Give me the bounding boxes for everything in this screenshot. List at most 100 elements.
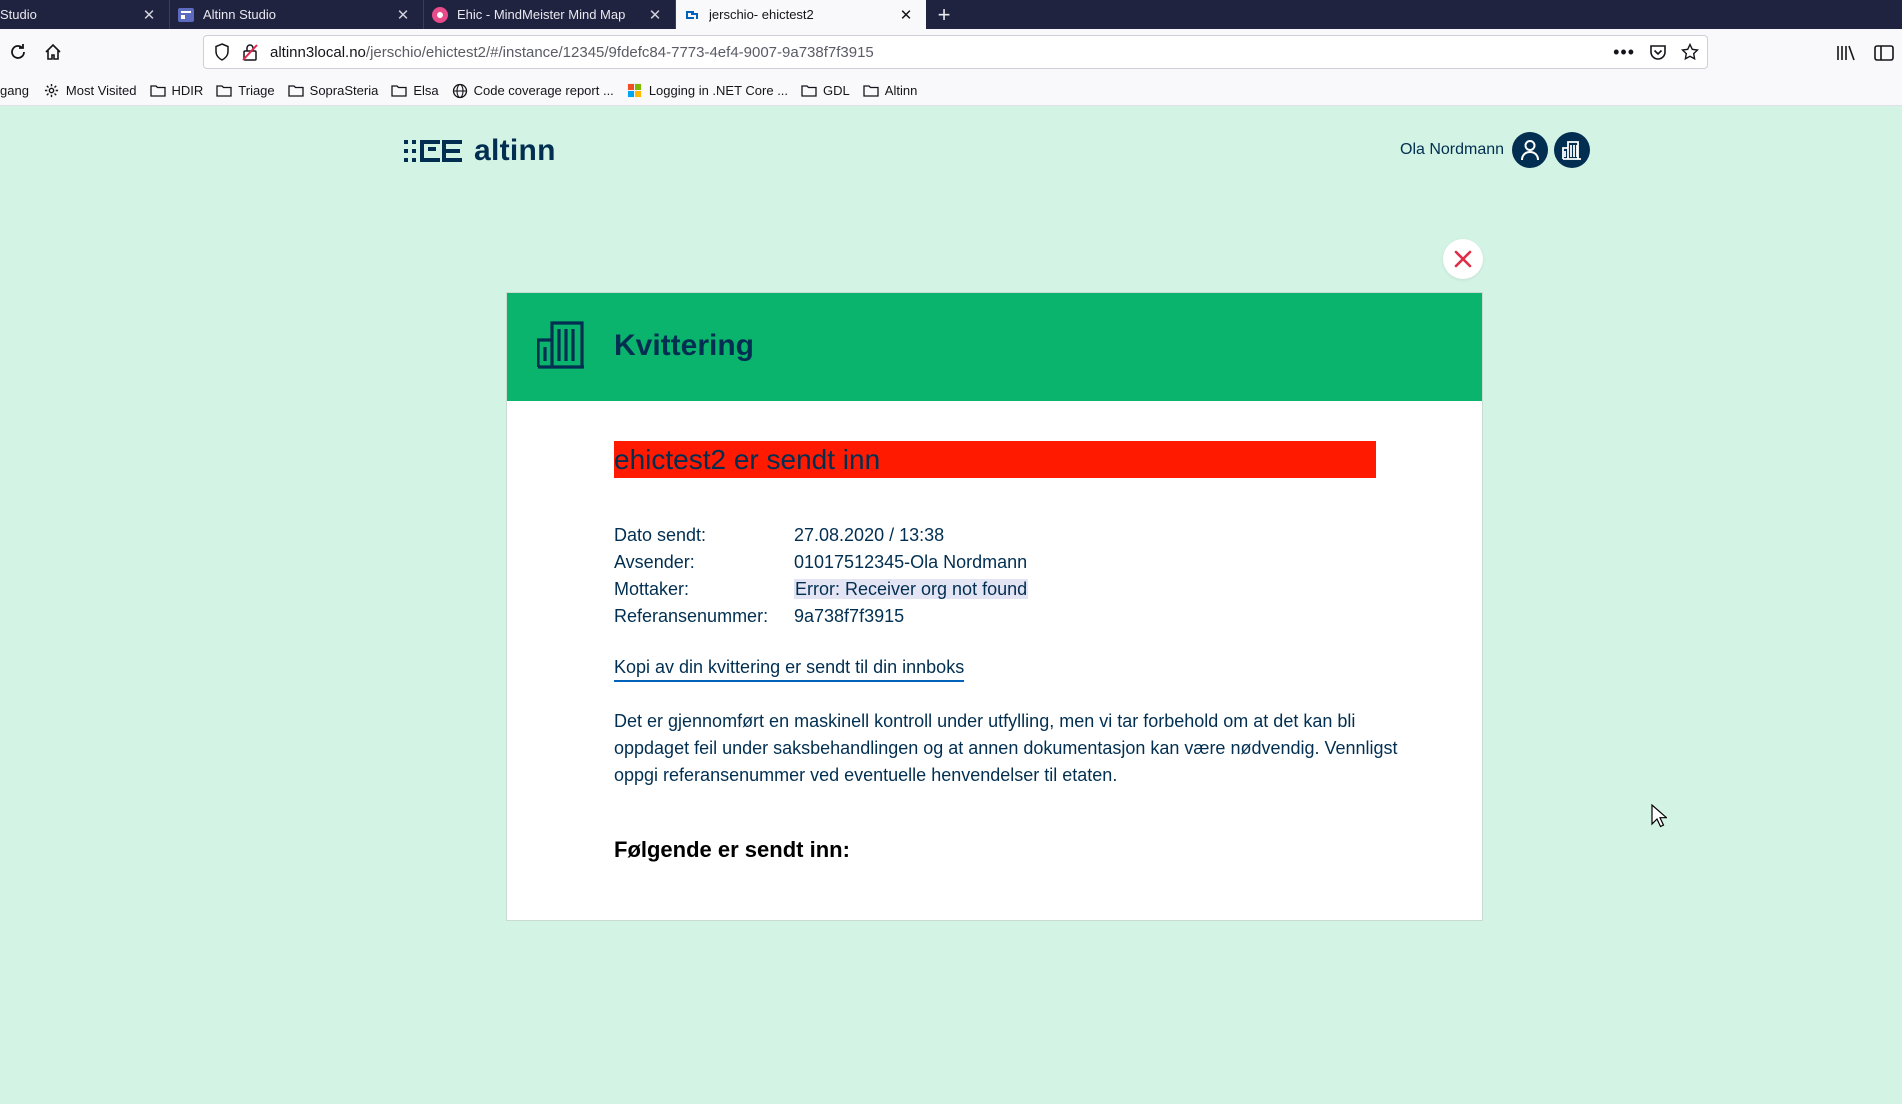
mindmeister-favicon-icon bbox=[432, 6, 448, 23]
bookmark-item[interactable]: Code coverage report ... bbox=[452, 83, 614, 98]
bookmark-label: Triage bbox=[238, 83, 275, 98]
tab-title: Ehic - MindMeister Mind Map bbox=[457, 7, 626, 22]
bookmark-folder[interactable]: Triage bbox=[216, 83, 275, 98]
altinn-app-favicon-icon bbox=[684, 7, 700, 23]
organisation-building-icon[interactable] bbox=[1554, 132, 1591, 168]
toolbar-right bbox=[1836, 29, 1902, 76]
person-icon[interactable] bbox=[1512, 132, 1549, 168]
detail-value: 01017512345-Ola Nordmann bbox=[794, 552, 1028, 572]
bookmark-label: gang bbox=[0, 83, 29, 98]
bookmark-label: HDIR bbox=[171, 83, 204, 98]
sidebar-icon[interactable] bbox=[1874, 44, 1894, 62]
bookmark-folder[interactable]: SopraSteria bbox=[288, 83, 379, 98]
bookmark-label: Code coverage report ... bbox=[473, 83, 614, 98]
reload-icon bbox=[11, 44, 25, 59]
url-host: altinn3local.no bbox=[270, 43, 366, 61]
inbox-copy-link[interactable]: Kopi av din kvittering er sendt til din … bbox=[614, 655, 965, 682]
disclaimer-text: Det er gjennomført en maskinell kontroll… bbox=[614, 711, 1398, 785]
close-tab-icon[interactable]: ✕ bbox=[898, 7, 914, 24]
tab-altinn-studio[interactable]: Altinn Studio ✕ bbox=[170, 0, 424, 29]
windows-icon bbox=[627, 83, 643, 98]
receipt-header: Kvittering bbox=[507, 293, 1482, 401]
shield-icon[interactable] bbox=[214, 43, 230, 61]
library-icon[interactable] bbox=[1836, 44, 1856, 62]
bookmark-star-icon[interactable] bbox=[1681, 43, 1699, 61]
receipt-title: Kvittering bbox=[614, 329, 755, 362]
bookmark-folder[interactable]: HDIR bbox=[149, 83, 204, 98]
bookmarks-toolbar: gang Most Visited HDIR Triage SopraSteri… bbox=[0, 76, 1902, 106]
close-icon bbox=[1454, 250, 1472, 268]
close-tab-icon[interactable]: ✕ bbox=[141, 7, 157, 24]
tab-title: jerschio- ehictest2 bbox=[709, 7, 814, 22]
detail-row-receiver: Mottaker: Error: Receiver org not found bbox=[614, 576, 1376, 603]
bookmark-label: Most Visited bbox=[65, 83, 137, 98]
detail-label: Referansenummer: bbox=[614, 606, 769, 626]
folder-icon bbox=[288, 84, 304, 98]
bookmark-folder[interactable]: Altinn bbox=[863, 83, 918, 98]
mouse-cursor-icon bbox=[1651, 804, 1667, 828]
plus-icon: + bbox=[937, 1, 951, 27]
bookmark-item[interactable]: Logging in .NET Core ... bbox=[627, 83, 788, 98]
bookmark-item[interactable]: Most Visited bbox=[44, 83, 137, 98]
detail-value: 27.08.2020 / 13:38 bbox=[794, 525, 945, 545]
close-tab-icon[interactable]: ✕ bbox=[395, 7, 411, 24]
close-tab-icon[interactable]: ✕ bbox=[647, 7, 663, 24]
altinn-studio-favicon-icon bbox=[178, 7, 194, 23]
detail-row-reference: Referansenummer: 9a738f7f3915 bbox=[614, 603, 1376, 630]
sent-content-heading: Følgende er sendt inn: bbox=[614, 837, 850, 862]
bookmark-label: SopraSteria bbox=[309, 83, 379, 98]
url-bar[interactable]: altinn3local.no/jerschio/ehictest2/#/ins… bbox=[203, 35, 1708, 69]
altinn-logo[interactable]: altinn bbox=[404, 134, 556, 168]
tab-mindmeister[interactable]: Ehic - MindMeister Mind Map ✕ bbox=[424, 0, 676, 29]
pocket-icon[interactable] bbox=[1649, 43, 1667, 61]
close-receipt-button[interactable] bbox=[1443, 239, 1483, 279]
home-icon bbox=[45, 43, 61, 60]
logo-text: altinn bbox=[474, 134, 556, 167]
folder-icon bbox=[149, 84, 166, 98]
bookmark-label: Logging in .NET Core ... bbox=[648, 83, 789, 98]
user-name: Ola Nordmann bbox=[1400, 141, 1505, 158]
detail-label: Avsender: bbox=[614, 552, 695, 572]
tab-title: Altinn Studio bbox=[203, 7, 276, 22]
site-header: altinn Ola Nordmann bbox=[0, 106, 1902, 196]
bookmark-folder[interactable]: Elsa bbox=[391, 83, 439, 98]
folder-icon bbox=[391, 84, 407, 98]
detail-label: Mottaker: bbox=[614, 579, 690, 599]
bookmark-label: Altinn bbox=[884, 83, 918, 98]
receiver-error-value: Error: Receiver org not found bbox=[794, 579, 1029, 599]
receipt-body: ehictest2 er sendt inn Dato sendt: 27.08… bbox=[614, 441, 1398, 863]
detail-value-wrapper: Error: Receiver org not found bbox=[794, 576, 1029, 603]
bookmark-item[interactable]: gang bbox=[0, 83, 29, 98]
submitted-banner: ehictest2 er sendt inn bbox=[614, 441, 1376, 478]
tab-title: Studio bbox=[0, 7, 37, 22]
tab-studio[interactable]: Studio ✕ bbox=[0, 0, 170, 29]
reload-button[interactable] bbox=[4, 38, 32, 66]
receipt-details: Dato sendt: 27.08.2020 / 13:38 Avsender:… bbox=[614, 522, 1376, 630]
organisation-building-icon bbox=[536, 320, 585, 375]
folder-icon bbox=[801, 84, 817, 98]
url-text[interactable]: altinn3local.no/jerschio/ehictest2/#/ins… bbox=[270, 44, 874, 61]
browser-tab-bar: Studio ✕ Altinn Studio ✕ Ehic - MindMeis… bbox=[0, 0, 1902, 29]
insecure-lock-icon[interactable] bbox=[242, 43, 258, 61]
tab-jerschio-ehictest2[interactable]: jerschio- ehictest2 ✕ bbox=[676, 0, 926, 29]
more-actions-icon[interactable]: ••• bbox=[1613, 42, 1635, 63]
url-actions: ••• bbox=[1613, 36, 1699, 68]
folder-icon bbox=[216, 84, 232, 98]
globe-icon bbox=[452, 83, 468, 98]
browser-nav-bar: altinn3local.no/jerschio/ehictest2/#/ins… bbox=[0, 29, 1902, 76]
detail-label: Dato sendt: bbox=[614, 525, 707, 545]
detail-row-date-sent: Dato sendt: 27.08.2020 / 13:38 bbox=[614, 522, 1376, 549]
new-tab-button[interactable]: + bbox=[926, 0, 962, 29]
bookmark-label: GDL bbox=[823, 83, 850, 98]
detail-row-sender: Avsender: 01017512345-Ola Nordmann bbox=[614, 549, 1376, 576]
user-menu[interactable]: Ola Nordmann bbox=[1400, 132, 1591, 168]
bookmark-folder[interactable]: GDL bbox=[801, 83, 850, 98]
receipt-card: Kvittering ehictest2 er sendt inn Dato s… bbox=[506, 292, 1483, 921]
home-button[interactable] bbox=[39, 38, 67, 66]
bookmark-label: Elsa bbox=[413, 83, 439, 98]
gear-icon bbox=[44, 83, 60, 98]
url-path: /jerschio/ehictest2/#/instance/12345/9fd… bbox=[365, 43, 874, 61]
detail-value: 9a738f7f3915 bbox=[794, 606, 905, 626]
altinn-logo-icon bbox=[404, 140, 462, 162]
folder-icon bbox=[863, 84, 879, 98]
